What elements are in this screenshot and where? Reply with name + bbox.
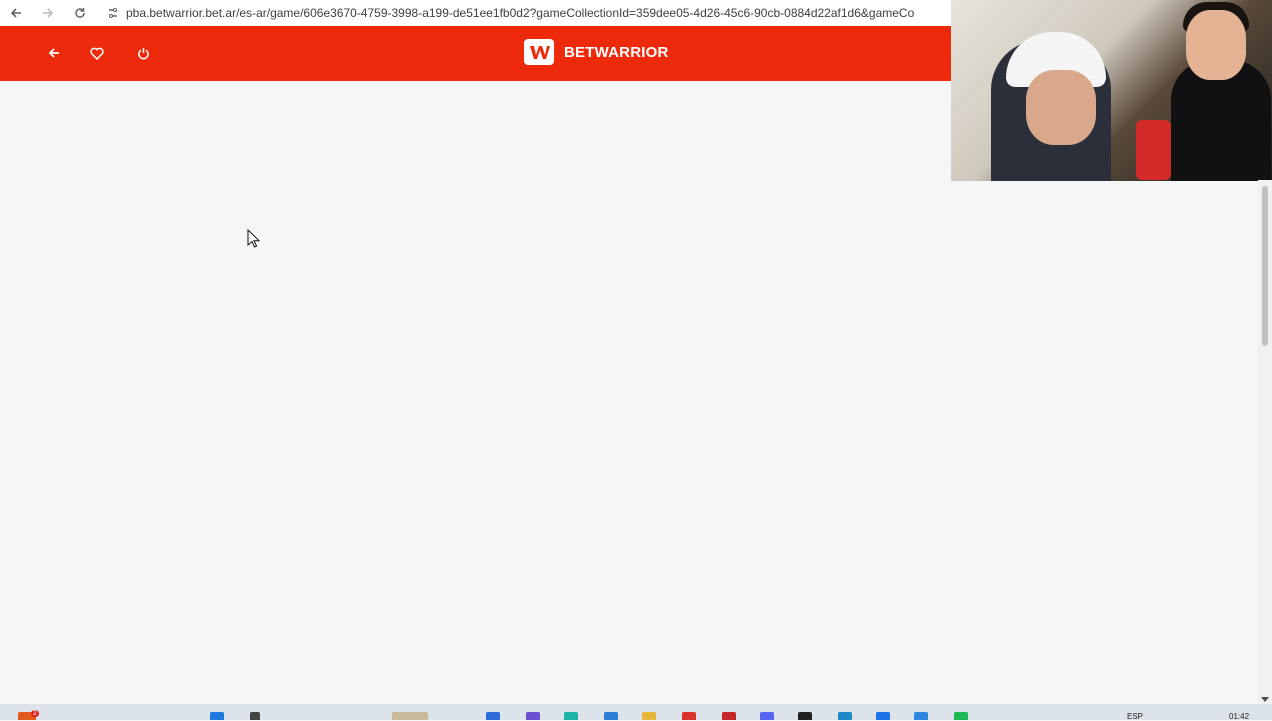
edge-icon[interactable] xyxy=(564,712,578,720)
reload-icon xyxy=(75,8,85,18)
brand-name: BETWARRIOR xyxy=(564,43,669,61)
back-button[interactable] xyxy=(41,40,67,66)
store-icon[interactable] xyxy=(604,712,618,720)
power-icon xyxy=(137,47,149,59)
app-icon[interactable] xyxy=(722,712,736,720)
teams-icon[interactable] xyxy=(526,712,540,720)
favorite-button[interactable] xyxy=(84,40,110,66)
page-scrollbar[interactable] xyxy=(1258,180,1272,704)
arrow-left-icon xyxy=(10,8,21,18)
scroll-down-arrow-icon[interactable] xyxy=(1261,697,1269,702)
app-icon[interactable] xyxy=(486,712,500,720)
power-button[interactable] xyxy=(130,40,156,66)
browser-reload-button[interactable] xyxy=(64,2,96,24)
app-icon[interactable] xyxy=(838,712,852,720)
betwarrior-logo-icon xyxy=(524,39,554,65)
browser-forward-button[interactable] xyxy=(32,2,64,24)
address-bar[interactable]: pba.betwarrior.bet.ar/es-ar/game/606e367… xyxy=(126,6,938,20)
obs-icon[interactable] xyxy=(798,712,812,720)
file-explorer-icon[interactable] xyxy=(642,712,656,720)
site-settings-button[interactable] xyxy=(102,2,124,24)
notification-badge: 2 xyxy=(31,710,39,717)
scrollbar-thumb[interactable] xyxy=(1262,186,1268,346)
webcam-overlay xyxy=(951,0,1272,181)
widget-icon[interactable] xyxy=(392,712,428,720)
site-settings-icon xyxy=(109,8,117,18)
discord-icon[interactable] xyxy=(760,712,774,720)
spotify-icon[interactable] xyxy=(954,712,968,720)
arrow-left-icon xyxy=(48,48,59,58)
heart-icon xyxy=(90,47,104,60)
windows-start-icon[interactable] xyxy=(210,712,224,720)
app-icon[interactable] xyxy=(876,712,890,720)
brand-logo[interactable]: BETWARRIOR xyxy=(524,38,669,66)
os-taskbar: 2 ESP 01:42 xyxy=(0,704,1272,721)
opera-icon[interactable] xyxy=(682,712,696,720)
cursor-arrow-icon xyxy=(247,228,261,248)
browser-back-button[interactable] xyxy=(0,2,32,24)
search-icon[interactable] xyxy=(250,712,260,720)
arrow-right-icon xyxy=(43,8,54,18)
app-icon[interactable] xyxy=(914,712,928,720)
